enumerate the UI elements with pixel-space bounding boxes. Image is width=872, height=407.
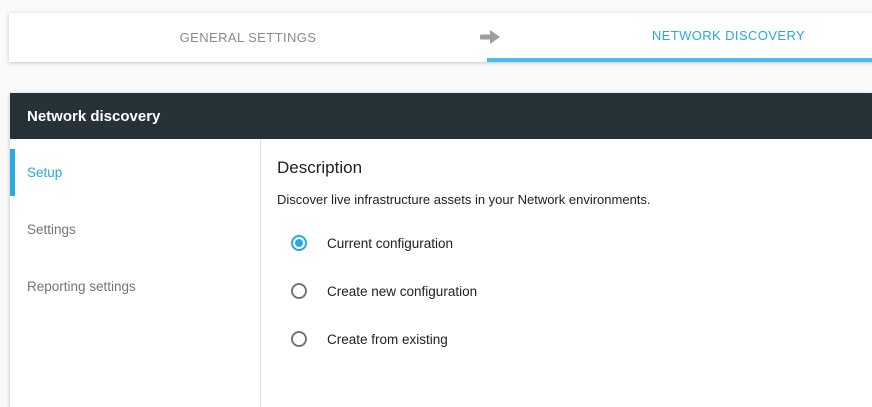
radio-option-current-configuration[interactable]: Current configuration [291,233,852,253]
sidebar-item-reporting-settings[interactable]: Reporting settings [10,263,260,310]
panel-body: Setup Settings Reporting settings Descri… [10,139,872,407]
arrow-right-icon [480,30,500,44]
radio-unselected-icon[interactable] [291,283,307,299]
radio-label: Current configuration [327,236,453,251]
radio-selected-icon[interactable] [291,235,307,251]
configuration-radio-group: Current configuration Create new configu… [291,233,852,349]
radio-option-create-from-existing[interactable]: Create from existing [291,329,852,349]
radio-option-create-new-configuration[interactable]: Create new configuration [291,281,852,301]
setup-content: Description Discover live infrastructure… [261,139,872,407]
tab-general-settings[interactable]: GENERAL SETTINGS [9,13,487,62]
panel-header: Network discovery [10,93,872,139]
description-heading: Description [277,158,852,178]
sidebar-item-setup[interactable]: Setup [10,149,260,196]
radio-unselected-icon[interactable] [291,331,307,347]
description-text: Discover live infrastructure assets in y… [277,192,852,207]
wizard-step-bar: GENERAL SETTINGS NETWORK DISCOVERY [9,13,872,62]
radio-label: Create from existing [327,332,448,347]
panel-title: Network discovery [27,108,160,125]
network-discovery-panel: Network discovery Setup Settings Reporti… [10,93,872,407]
sidebar: Setup Settings Reporting settings [10,139,261,407]
radio-label: Create new configuration [327,284,477,299]
tab-network-discovery[interactable]: NETWORK DISCOVERY [487,13,872,62]
sidebar-item-settings[interactable]: Settings [10,206,260,253]
